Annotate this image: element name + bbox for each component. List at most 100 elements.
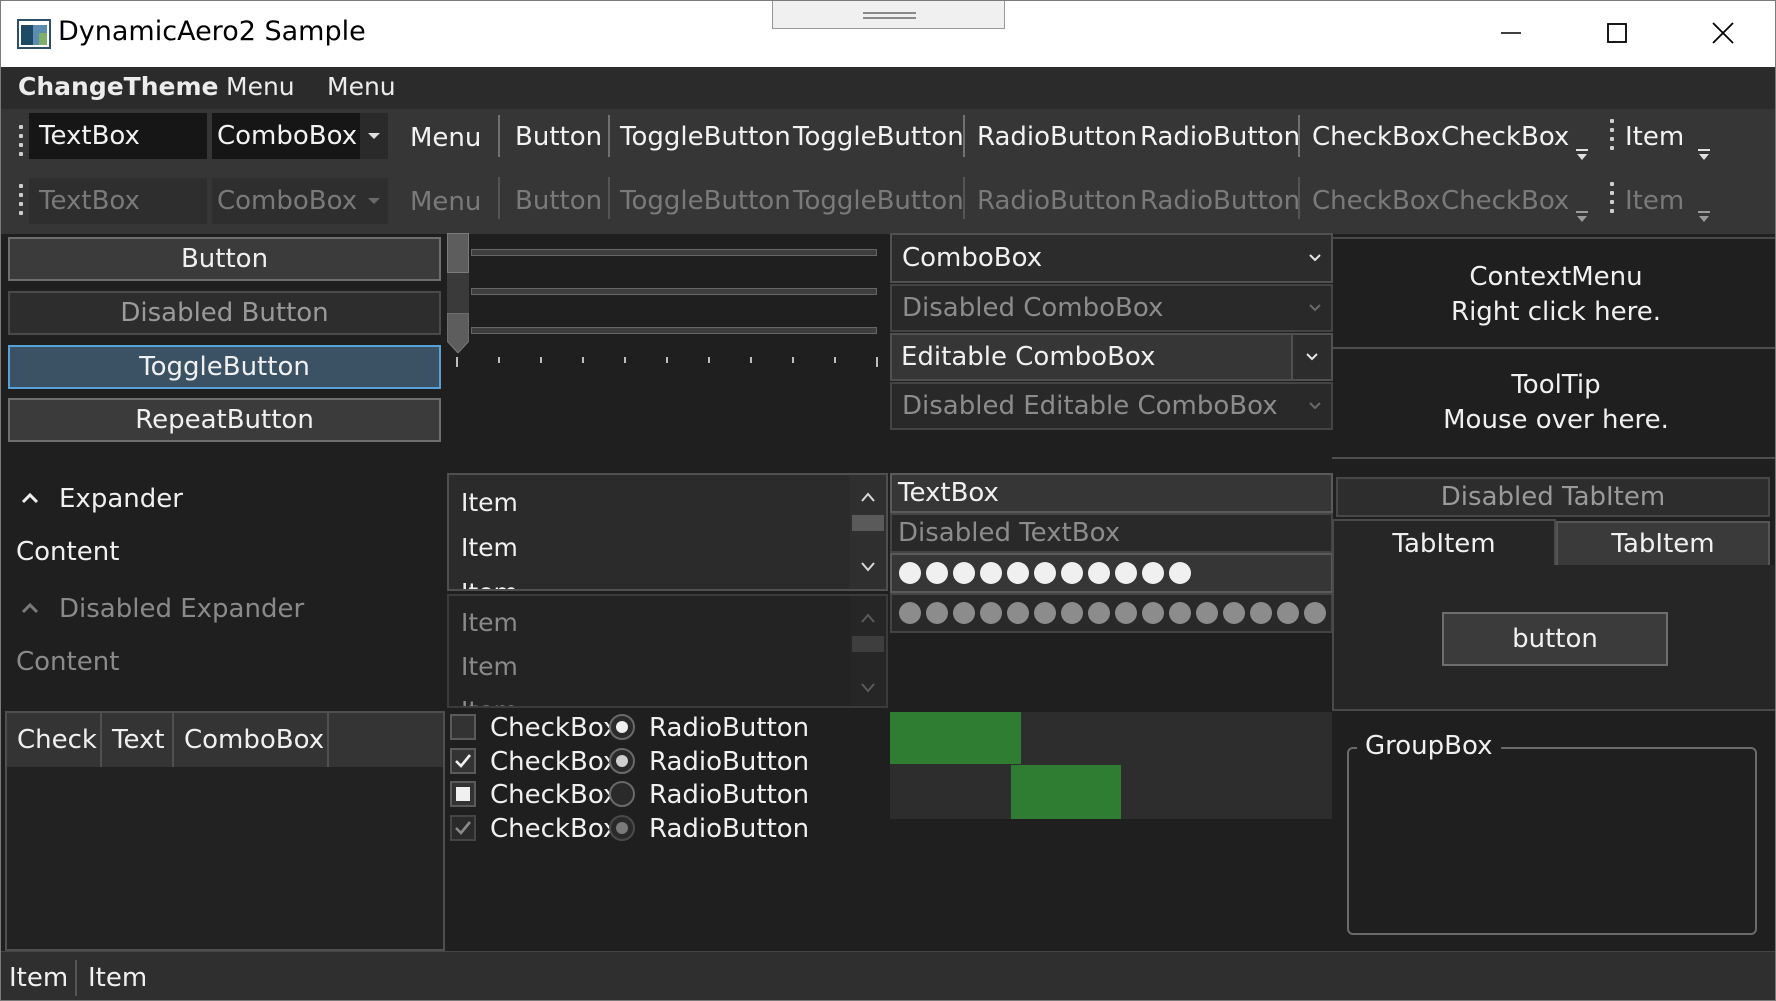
- vertical-slider-pointer[interactable]: [447, 313, 469, 353]
- menu-item[interactable]: Menu: [327, 72, 396, 101]
- textbox-text[interactable]: TextBox: [898, 478, 999, 508]
- maximize-icon[interactable]: [1566, 9, 1666, 57]
- toolbar-radio-button[interactable]: RadioButton: [977, 122, 1137, 152]
- checkbox-label[interactable]: CheckBox: [490, 713, 618, 743]
- checkbox-label: CheckBox: [490, 814, 619, 844]
- toolbar-radio-button[interactable]: RadioButton: [1140, 122, 1300, 152]
- scrollbar-thumb: [852, 636, 884, 652]
- disabled-combobox: Disabled ComboBox: [890, 284, 1333, 332]
- password-mask-dot: [1007, 602, 1029, 624]
- chevron-down-icon[interactable]: [860, 561, 876, 573]
- toolbar-textbox[interactable]: TextBox: [29, 113, 207, 159]
- password-mask-dot: [1250, 602, 1272, 624]
- expander-content: Content: [16, 537, 120, 567]
- vertical-scrollbar[interactable]: [850, 475, 886, 589]
- toolbar-checkbox[interactable]: CheckBox: [1441, 122, 1569, 152]
- tab-item-selected[interactable]: TabItem: [1332, 519, 1556, 567]
- password-mask-dot: [899, 562, 921, 584]
- grid-column-header-text[interactable]: Text: [102, 713, 174, 767]
- list-item[interactable]: Item: [461, 533, 518, 562]
- toolbar-grip-icon[interactable]: [19, 125, 23, 156]
- minimize-icon[interactable]: [1460, 9, 1560, 57]
- combobox[interactable]: ComboBox: [890, 233, 1333, 283]
- toolbar-checkbox[interactable]: CheckBox: [1312, 122, 1440, 152]
- status-bar-separator: [75, 960, 77, 996]
- toolbar-overflow-icon: [1698, 211, 1710, 222]
- radio-button[interactable]: [609, 748, 635, 774]
- chevron-up-icon[interactable]: [19, 489, 41, 507]
- chevron-up-icon: [861, 613, 875, 623]
- disabled-expander-header: Disabled Expander: [59, 594, 305, 624]
- menu-bar: ChangeTheme Menu Menu: [1, 67, 1775, 109]
- context-menu-area[interactable]: ContextMenu Right click here.: [1332, 237, 1775, 349]
- list-item[interactable]: Item: [461, 578, 518, 589]
- password-mask-dot: [926, 602, 948, 624]
- toolbar-toggle-button[interactable]: ToggleButton: [620, 122, 791, 152]
- toolbar-grip-icon[interactable]: [1610, 119, 1614, 150]
- expander-header[interactable]: Expander: [59, 484, 183, 514]
- password-mask-dot: [1007, 562, 1029, 584]
- grid-column-header-filler: [329, 713, 443, 767]
- vertical-slider-thumb[interactable]: [447, 233, 469, 273]
- toolbar-overflow-icon[interactable]: [1697, 145, 1711, 163]
- vertical-slider-track[interactable]: [447, 273, 469, 313]
- toolbar-toggle-button[interactable]: ToggleButton: [793, 122, 964, 152]
- radio-button[interactable]: [609, 714, 635, 740]
- disabled-password-box: [890, 593, 1333, 633]
- list-item: Item: [461, 608, 518, 637]
- radio-button-label[interactable]: RadioButton: [649, 747, 809, 777]
- close-icon[interactable]: [1672, 9, 1772, 57]
- horizontal-slider[interactable]: [471, 327, 877, 334]
- password-box[interactable]: [890, 553, 1333, 593]
- combobox-text[interactable]: Editable ComboBox: [901, 342, 1155, 372]
- list-item: Item: [461, 652, 518, 681]
- listbox[interactable]: Item Item Item: [447, 473, 888, 591]
- textbox[interactable]: TextBox: [890, 473, 1333, 513]
- scrollbar-thumb[interactable]: [852, 515, 884, 531]
- radio-dot: [616, 755, 628, 767]
- repeat-button[interactable]: RepeatButton: [8, 398, 441, 442]
- horizontal-slider[interactable]: [471, 288, 877, 295]
- group-box: [1347, 747, 1757, 935]
- toolbar-button[interactable]: Button: [515, 122, 602, 152]
- checkbox[interactable]: [450, 781, 476, 807]
- chevron-down-icon: [1309, 304, 1321, 312]
- radio-button-label[interactable]: RadioButton: [649, 713, 809, 743]
- toolbar-overflow-icon[interactable]: [1575, 145, 1589, 163]
- toggle-button[interactable]: ToggleButton: [8, 345, 441, 389]
- editable-combobox[interactable]: Editable ComboBox: [890, 333, 1333, 381]
- checkbox[interactable]: [450, 748, 476, 774]
- toolbar-textbox-disabled: TextBox: [29, 178, 207, 224]
- toolbar-menu[interactable]: Menu: [410, 123, 481, 153]
- tab-item[interactable]: TabItem: [1556, 521, 1770, 567]
- tooltip-area[interactable]: ToolTip Mouse over here.: [1332, 347, 1775, 459]
- toolbar-combobox[interactable]: ComboBox: [212, 113, 388, 159]
- radio-button-label[interactable]: RadioButton: [649, 780, 809, 810]
- tab-content-button[interactable]: button: [1442, 612, 1668, 666]
- grid-column-header-check[interactable]: Check: [7, 713, 102, 767]
- button[interactable]: Button: [8, 237, 441, 281]
- window-drag-handle[interactable]: [772, 1, 1005, 29]
- toolbar-item[interactable]: Item: [1625, 122, 1684, 152]
- menu-change-theme[interactable]: ChangeTheme: [18, 72, 218, 101]
- checkbox[interactable]: [450, 714, 476, 740]
- list-item[interactable]: Item: [461, 488, 518, 517]
- password-mask-dot: [1115, 562, 1137, 584]
- status-bar-item: Item: [88, 963, 148, 993]
- chevron-down-icon: [360, 113, 388, 159]
- radio-dot: [616, 721, 628, 733]
- toolbar-separator: [498, 115, 500, 157]
- radio-dot: [616, 822, 628, 834]
- toolbar-textbox-text: TextBox: [39, 121, 140, 151]
- checkbox-label[interactable]: CheckBox: [490, 747, 618, 777]
- checkbox-label[interactable]: CheckBox: [490, 780, 618, 810]
- radio-button[interactable]: [609, 781, 635, 807]
- password-mask-dot: [899, 602, 921, 624]
- grid-column-header-combobox[interactable]: ComboBox: [174, 713, 329, 767]
- password-mask-dot: [1061, 602, 1083, 624]
- menu-item[interactable]: Menu: [226, 72, 295, 101]
- horizontal-slider[interactable]: [471, 249, 877, 256]
- chevron-up-icon[interactable]: [860, 491, 876, 503]
- tab-content: button: [1332, 565, 1775, 711]
- toolbar-combobox-text: ComboBox: [217, 186, 358, 216]
